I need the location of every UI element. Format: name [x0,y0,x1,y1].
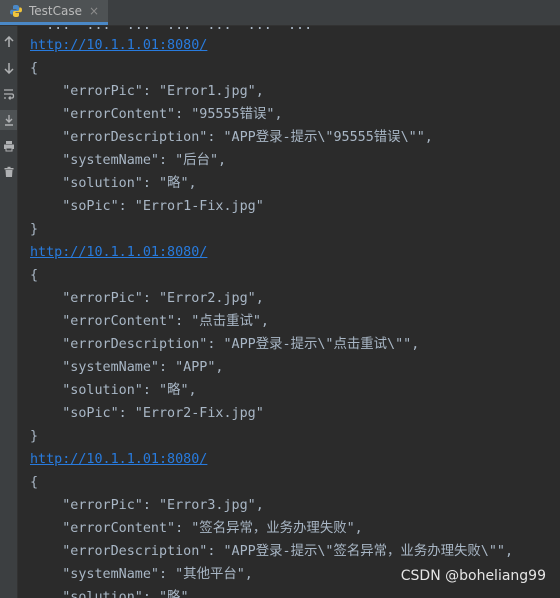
tab-bar: TestCase × [0,0,560,26]
down-arrow-icon[interactable] [0,58,17,78]
json-close-brace: } [30,222,39,237]
json-field-line: "soPic": "Error1-Fix.jpg" [30,199,264,214]
json-field-line: "errorPic": "Error2.jpg", [30,291,264,306]
json-field-line: "errorDescription": "APP登录-提示\"签名异常，业务办理… [30,544,514,559]
json-field-line: "systemName": "后台", [30,153,227,168]
json-field-line: "errorDescription": "APP登录-提示\"95555错误\"… [30,130,433,145]
json-field-line: "errorContent": "点击重试", [30,314,269,329]
json-field-line: "solution": "略", [30,383,197,398]
scroll-to-end-icon[interactable] [0,110,17,130]
trash-icon[interactable] [0,162,17,182]
json-open-brace: { [30,61,39,76]
tab-testcase[interactable]: TestCase × [0,0,108,25]
csdn-watermark: CSDN @boheliang99 [400,568,546,584]
up-arrow-icon[interactable] [0,32,17,52]
json-open-brace: { [30,475,39,490]
json-field-line: "systemName": "APP", [30,360,224,375]
json-field-line: "solution": "略" [30,590,189,598]
json-field-line: "systemName": "其他平台", [30,567,253,582]
json-field-line: "errorPic": "Error1.jpg", [30,84,264,99]
close-icon[interactable]: × [89,4,99,18]
json-field-line: "errorDescription": "APP登录-提示\"点击重试\"", [30,337,420,352]
request-url-link[interactable]: http://10.1.1.01:8080/ [30,34,207,57]
console-toolbar [0,26,18,598]
json-field-line: "solution": "略", [30,176,197,191]
tab-title: TestCase [29,4,82,18]
json-field-line: "errorPic": "Error3.jpg", [30,498,264,513]
print-icon[interactable] [0,136,17,156]
request-url-link[interactable]: http://10.1.1.01:8080/ [30,241,207,264]
json-close-brace: } [30,429,39,444]
request-url-link[interactable]: http://10.1.1.01:8080/ [30,448,207,471]
json-field-line: "soPic": "Error2-Fix.jpg" [30,406,264,421]
run-console-output[interactable]: ... ... ... ... ... ... ... http://10.1.… [18,26,560,598]
soft-wrap-icon[interactable] [0,84,17,104]
json-field-line: "errorContent": "签名异常，业务办理失败", [30,521,363,536]
json-open-brace: { [30,268,39,283]
json-field-line: "errorContent": "95555错误", [30,107,283,122]
python-icon [10,5,22,17]
